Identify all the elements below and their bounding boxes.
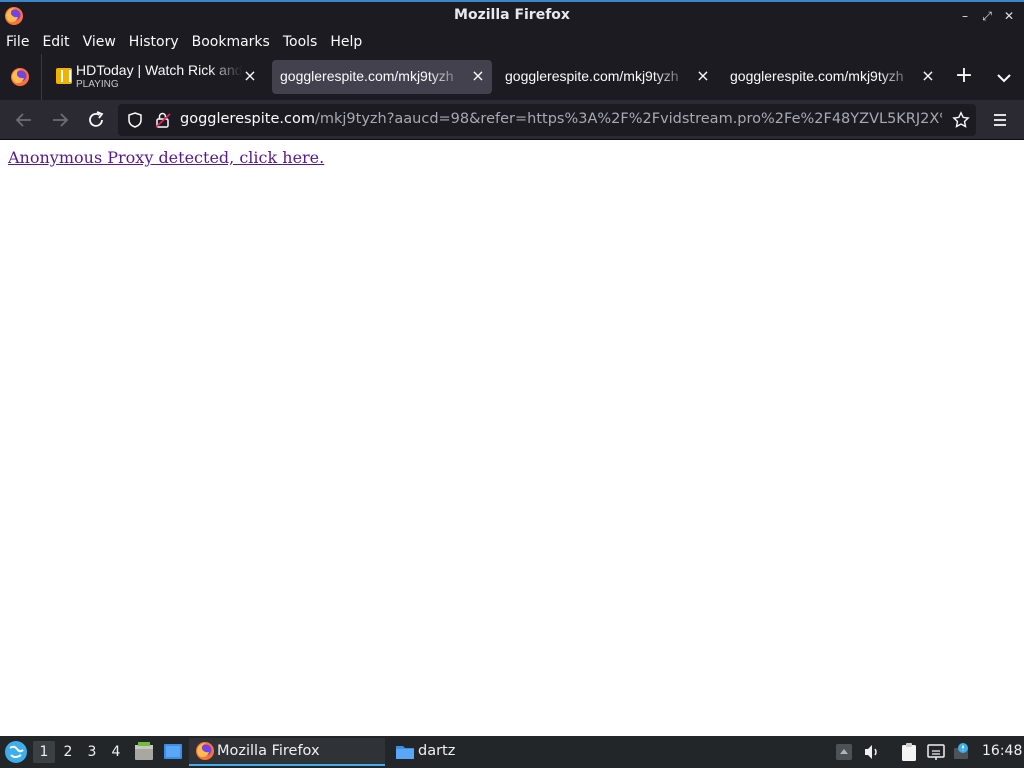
network-wired-icon[interactable]	[926, 742, 946, 762]
menu-file[interactable]: File	[6, 34, 29, 50]
task-firefox[interactable]: Mozilla Firefox	[189, 738, 385, 766]
menu-bookmarks[interactable]: Bookmarks	[192, 34, 270, 50]
url-host: gogglerespite.com	[180, 111, 315, 127]
task-dartz[interactable]: dartz	[390, 738, 586, 766]
tab-gogglerespite-3[interactable]: gogglerespite.com/mkj9tyzh ×	[722, 60, 942, 94]
workspace-2[interactable]: 2	[57, 741, 79, 763]
start-menu-icon[interactable]	[4, 740, 28, 764]
tab-hdtoday[interactable]: HDToday | Watch Rick and Morty PLAYING ×	[50, 60, 264, 94]
firefox-view-button[interactable]	[0, 54, 42, 100]
maximize-button[interactable]: ⤢	[978, 7, 996, 25]
close-window-button[interactable]: ✕	[1000, 7, 1018, 25]
tab-gogglerespite-2[interactable]: gogglerespite.com/mkj9tyzh ×	[497, 60, 717, 94]
update-notifier-icon[interactable]	[952, 742, 972, 762]
minimize-button[interactable]: –	[956, 7, 974, 25]
back-arrow-icon[interactable]	[12, 108, 36, 132]
forward-arrow-icon[interactable]	[48, 108, 72, 132]
list-all-tabs-chevron-icon[interactable]	[992, 66, 1016, 90]
workspace-4[interactable]: 4	[105, 741, 127, 763]
url-path: /mkj9tyzh?aaucd=98&refer=https%3A%2F%2Fv…	[314, 111, 942, 127]
menu-history[interactable]: History	[129, 34, 179, 50]
hdtoday-favicon-icon	[56, 68, 72, 84]
task-label: dartz	[418, 743, 456, 759]
menu-help[interactable]: Help	[330, 34, 362, 50]
reload-icon[interactable]	[84, 108, 108, 132]
page-content: Anonymous Proxy detected, click here.	[0, 141, 1024, 736]
workspace-3[interactable]: 3	[81, 741, 103, 763]
tab-close-icon[interactable]: ×	[470, 68, 486, 84]
menu-bar: File Edit View History Bookmarks Tools H…	[0, 29, 1024, 54]
taskbar: 1 2 3 4 Mozilla Firefox dartz 16:48	[0, 736, 1024, 768]
taskbar-clock[interactable]: 16:48	[982, 743, 1022, 759]
anonymous-proxy-link[interactable]: Anonymous Proxy detected, click here.	[8, 148, 324, 167]
file-manager-icon[interactable]	[133, 741, 155, 763]
new-tab-button[interactable]: +	[952, 65, 976, 89]
tab-playing-label: PLAYING	[76, 79, 119, 90]
tray-expand-arrow-icon[interactable]	[834, 742, 854, 762]
url-text[interactable]: gogglerespite.com/mkj9tyzh?aaucd=98&refe…	[180, 111, 942, 127]
tab-title: gogglerespite.com/mkj9tyzh	[505, 68, 679, 84]
menu-view[interactable]: View	[83, 34, 116, 50]
folder-icon	[396, 746, 414, 759]
workspace-1[interactable]: 1	[33, 741, 55, 763]
menu-tools[interactable]: Tools	[283, 34, 318, 50]
tab-title: gogglerespite.com/mkj9tyzh	[280, 68, 454, 84]
tracking-protection-shield-icon[interactable]	[126, 111, 144, 129]
tab-gogglerespite-active[interactable]: gogglerespite.com/mkj9tyzh ×	[272, 60, 492, 94]
insecure-lock-icon[interactable]	[154, 111, 172, 129]
volume-speaker-icon[interactable]	[862, 742, 882, 762]
tab-close-icon[interactable]: ×	[920, 68, 936, 84]
show-desktop-icon[interactable]	[162, 741, 184, 763]
tab-close-icon[interactable]: ×	[695, 68, 711, 84]
tab-title: HDToday | Watch Rick and Morty	[76, 62, 242, 78]
window-titlebar: Mozilla Firefox – ⤢ ✕	[0, 0, 1024, 29]
window-title: Mozilla Firefox	[454, 7, 570, 23]
url-bar[interactable]: gogglerespite.com/mkj9tyzh?aaucd=98&refe…	[118, 104, 976, 136]
menu-edit[interactable]: Edit	[42, 34, 69, 50]
clipboard-icon[interactable]	[899, 742, 919, 762]
tab-title: gogglerespite.com/mkj9tyzh	[730, 68, 904, 84]
navigation-toolbar: gogglerespite.com/mkj9tyzh?aaucd=98&refe…	[0, 100, 1024, 140]
tab-strip: HDToday | Watch Rick and Morty PLAYING ×…	[0, 54, 1024, 100]
hamburger-menu-icon[interactable]	[988, 108, 1012, 132]
firefox-icon	[196, 742, 214, 760]
task-label: Mozilla Firefox	[217, 743, 320, 759]
bookmark-star-icon[interactable]	[952, 111, 970, 129]
tab-close-icon[interactable]: ×	[242, 68, 258, 84]
firefox-view-icon	[11, 68, 29, 86]
